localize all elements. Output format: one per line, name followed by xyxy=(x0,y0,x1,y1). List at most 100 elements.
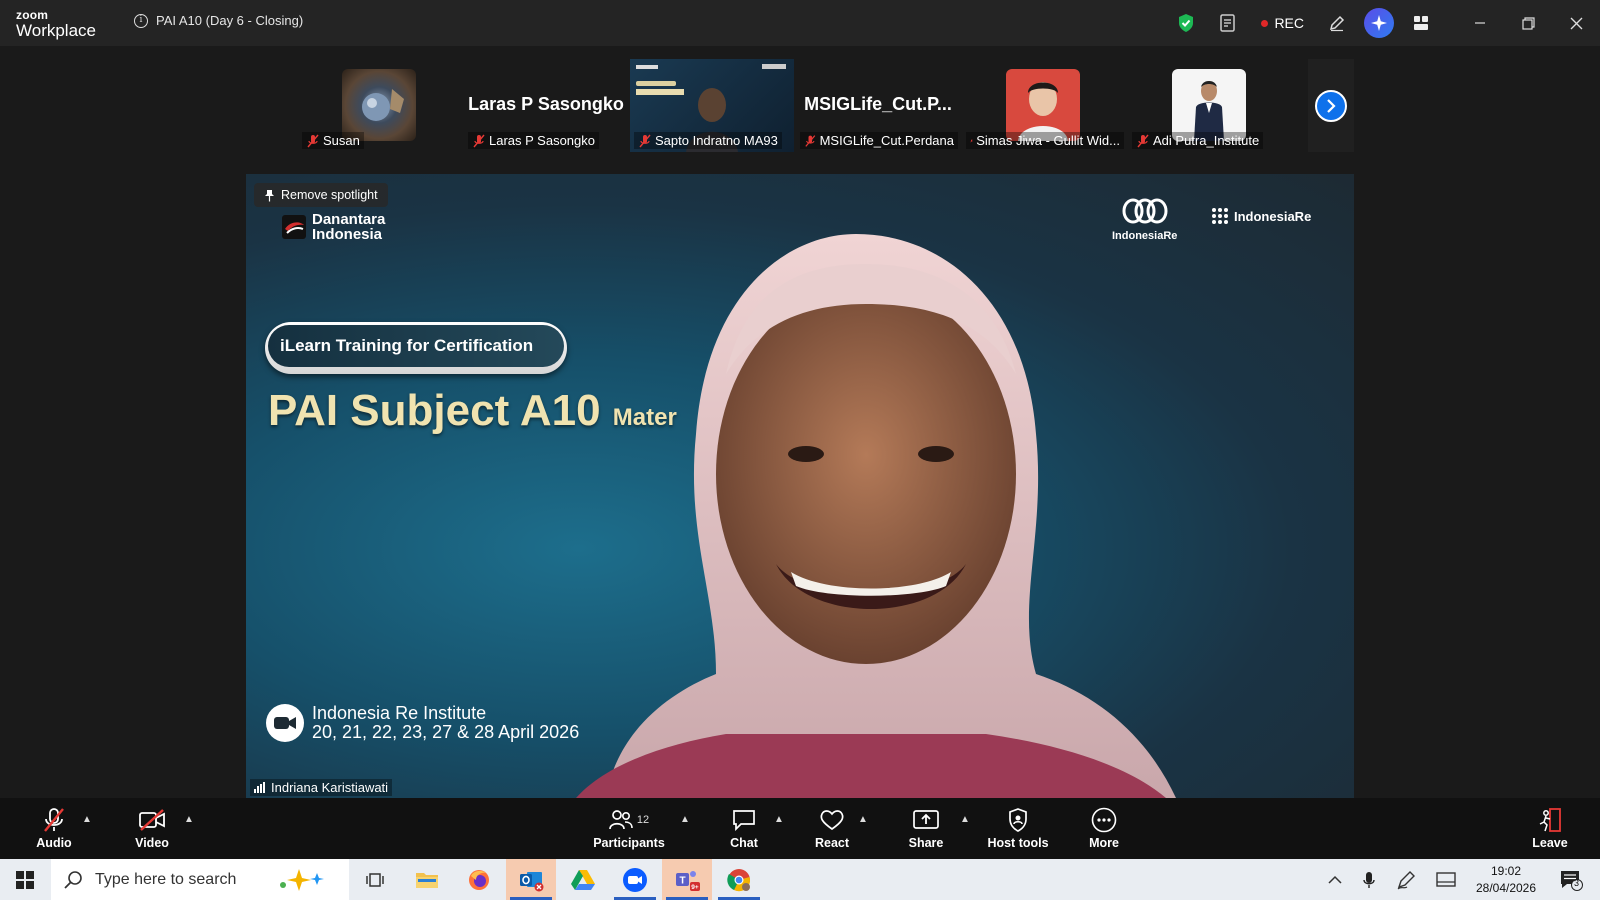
chat-label: Chat xyxy=(730,836,758,850)
search-icon xyxy=(64,870,82,889)
host-tools-button[interactable]: Host tools xyxy=(986,798,1050,859)
gallery-next-button[interactable] xyxy=(1308,59,1354,152)
participant-name: Sapto Indratno MA93 xyxy=(655,133,778,148)
notifications-button[interactable]: 3 xyxy=(1554,859,1588,900)
video-button[interactable]: Video xyxy=(130,798,174,859)
close-button[interactable] xyxy=(1552,0,1600,46)
ai-companion-button[interactable] xyxy=(1358,0,1400,46)
host-shield-icon xyxy=(1008,807,1028,833)
search-highlight-sparkle-icon xyxy=(280,868,324,891)
participant-display-name: MSIGLife_Cut.P... xyxy=(804,94,952,114)
meeting-info[interactable]: i PAI A10 (Day 6 - Closing) xyxy=(134,13,303,28)
participants-button[interactable]: 12 Participants xyxy=(592,798,666,859)
chrome-button[interactable] xyxy=(714,859,764,900)
share-button[interactable]: Share xyxy=(904,798,948,859)
leave-label: Leave xyxy=(1532,836,1568,850)
windows-start-button[interactable] xyxy=(0,859,50,900)
outlook-button[interactable] xyxy=(506,859,556,900)
outlook-icon xyxy=(520,871,544,891)
participant-tile[interactable]: MSIGLife_Cut.P... MSIGLife_Cut.Perdana xyxy=(796,59,960,152)
info-icon[interactable]: i xyxy=(134,13,148,28)
participant-photo xyxy=(1172,69,1246,141)
video-options-caret-icon[interactable]: ▲ xyxy=(184,814,194,825)
react-options-caret-icon[interactable]: ▲ xyxy=(858,814,868,825)
participant-tile[interactable]: Sapto Indratno MA93 xyxy=(630,59,794,152)
google-drive-button[interactable] xyxy=(558,859,608,900)
event-organizer: Indonesia Re Institute xyxy=(312,703,487,723)
title-bar: zoom Workplace i PAI A10 (Day 6 - Closin… xyxy=(0,0,1600,46)
video-camera-icon xyxy=(266,704,304,742)
show-hidden-icons-button[interactable] xyxy=(1322,859,1348,900)
participant-name: Laras P Sasongko xyxy=(489,133,595,148)
share-label: Share xyxy=(908,836,944,850)
react-button[interactable]: React xyxy=(810,798,854,859)
security-shield-icon[interactable] xyxy=(1165,0,1207,46)
more-dots-icon xyxy=(1091,807,1117,833)
annotate-pen-icon[interactable] xyxy=(1316,0,1358,46)
participants-label: Participants xyxy=(593,836,665,850)
muted-mic-icon xyxy=(639,134,651,147)
apps-grid-icon[interactable] xyxy=(1400,0,1442,46)
monitor-icon xyxy=(1436,871,1456,887)
rec-label: REC xyxy=(1274,15,1304,31)
audio-options-caret-icon[interactable]: ▲ xyxy=(82,814,92,825)
audio-button[interactable]: Audio xyxy=(32,798,76,859)
clock-date: 28/04/2026 xyxy=(1475,881,1537,895)
windows-logo-icon xyxy=(16,870,34,889)
meeting-notes-icon[interactable] xyxy=(1207,0,1249,46)
zoom-app-button[interactable] xyxy=(610,859,660,900)
more-button[interactable]: More xyxy=(1082,798,1126,859)
mic-muted-icon xyxy=(41,807,67,833)
participants-options-caret-icon[interactable]: ▲ xyxy=(680,814,690,825)
participant-tile[interactable]: Adi Putra_Institute xyxy=(1128,59,1292,152)
react-label: React xyxy=(814,836,850,850)
share-options-caret-icon[interactable]: ▲ xyxy=(960,814,970,825)
display-tray-button[interactable] xyxy=(1432,859,1460,900)
svg-text:T: T xyxy=(679,875,685,886)
spotlight-video[interactable]: Remove spotlight Danantara Indonesia Ind… xyxy=(246,174,1354,798)
speaker-name: Indriana Karistiawati xyxy=(271,780,389,795)
meeting-title: PAI A10 (Day 6 - Closing) xyxy=(156,13,304,28)
rec-dot-icon xyxy=(1261,19,1269,27)
participant-tile[interactable]: Laras P Sasongko Laras P Sasongko xyxy=(464,59,628,152)
svg-text:9+: 9+ xyxy=(691,884,699,891)
leave-button[interactable]: Leave xyxy=(1528,798,1572,859)
participant-photo xyxy=(342,69,416,141)
firefox-icon xyxy=(469,869,489,890)
participant-photo xyxy=(1006,69,1080,141)
participant-display-name: Laras P Sasongko xyxy=(468,94,624,114)
file-explorer-button[interactable] xyxy=(402,859,452,900)
zoom-app-icon xyxy=(623,867,647,892)
microphone-tray-button[interactable] xyxy=(1356,859,1382,900)
more-label: More xyxy=(1089,836,1119,850)
pen-icon xyxy=(1397,870,1415,889)
clock-time: 19:02 xyxy=(1490,864,1522,878)
meeting-toolbar: Audio ▲ Video ▲ 12 Participants ▲ Chat ▲… xyxy=(0,798,1600,859)
firefox-button[interactable] xyxy=(454,859,504,900)
participant-gallery: Susan Laras P Sasongko Laras P Sasongko xyxy=(298,59,1292,152)
participant-tile[interactable]: Simas Jiwa - Gullit Wid... xyxy=(962,59,1126,152)
chat-bubble-icon xyxy=(732,807,756,833)
taskbar-clock[interactable]: 19:02 28/04/2026 xyxy=(1466,863,1546,897)
chat-options-caret-icon[interactable]: ▲ xyxy=(774,814,784,825)
participant-name: Simas Jiwa - Gullit Wid... xyxy=(976,133,1120,148)
participants-count: 12 xyxy=(636,814,650,826)
recording-indicator[interactable]: REC xyxy=(1249,15,1316,31)
restore-button[interactable] xyxy=(1504,0,1552,46)
participant-name-tag: Susan xyxy=(302,132,364,149)
leave-door-icon xyxy=(1537,807,1563,833)
taskbar-search-input[interactable] xyxy=(95,870,265,889)
minimize-button[interactable] xyxy=(1456,0,1504,46)
signal-strength-icon xyxy=(254,782,265,793)
task-view-button[interactable] xyxy=(350,859,400,900)
muted-mic-icon xyxy=(473,134,485,147)
chat-button[interactable]: Chat xyxy=(724,798,764,859)
participant-name-tag: MSIGLife_Cut.Perdana xyxy=(800,132,958,149)
teams-icon: T 9+ xyxy=(676,870,700,891)
participant-tile[interactable]: Susan xyxy=(298,59,462,152)
brand-workplace: Workplace xyxy=(16,21,96,40)
teams-button[interactable]: T 9+ xyxy=(662,859,712,900)
pen-tray-button[interactable] xyxy=(1392,859,1420,900)
event-info: Indonesia Re Institute 20, 21, 22, 23, 2… xyxy=(266,704,579,742)
taskbar-search-box[interactable] xyxy=(51,859,349,900)
